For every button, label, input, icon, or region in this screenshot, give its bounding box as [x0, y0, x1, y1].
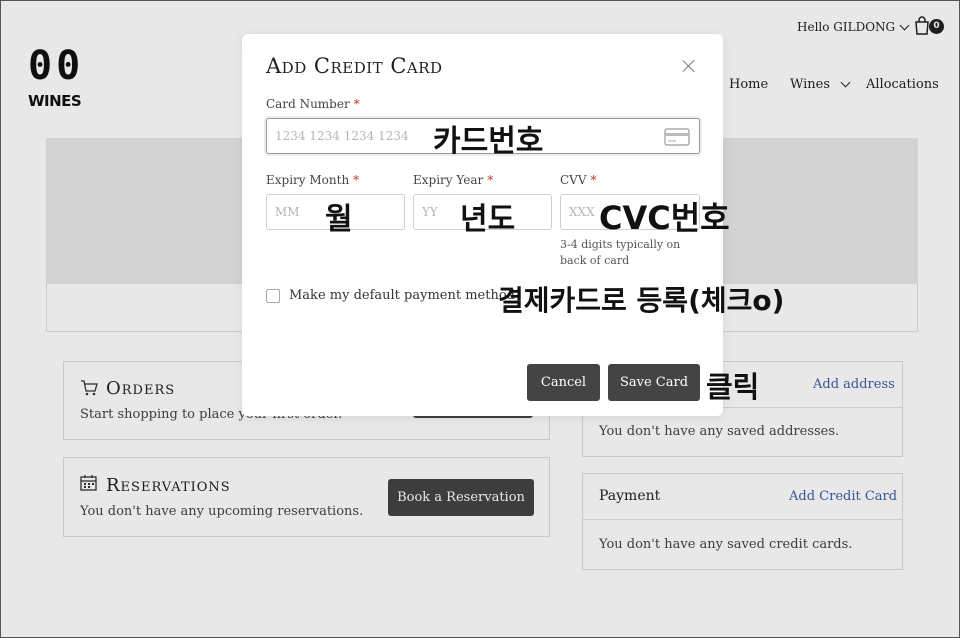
required-mark: * [590, 173, 597, 187]
expiry-year-label-text: Expiry Year [413, 173, 484, 187]
card-number-label-text: Card Number [266, 97, 350, 111]
modal-title: Add Credit Card [266, 54, 443, 78]
default-payment-label[interactable]: Make my default payment method [289, 288, 515, 303]
annotation-click: 클릭 [706, 370, 760, 404]
annotation-card-number: 카드번호 [433, 124, 544, 159]
card-number-label: Card Number * [266, 97, 360, 111]
annotation-cvc: CVC번호 [599, 199, 730, 237]
default-payment-checkbox[interactable] [266, 289, 280, 303]
expiry-month-label: Expiry Month * [266, 173, 359, 187]
annotation-year: 년도 [460, 202, 516, 237]
save-card-button[interactable]: Save Card [608, 364, 700, 401]
annotation-checkbox: 결제카드로 등록(체크o) [498, 284, 785, 317]
cvv-hint: 3-4 digits typically on back of card [560, 238, 681, 267]
close-icon[interactable] [681, 58, 697, 74]
expiry-year-label: Expiry Year * [413, 173, 493, 187]
cancel-button[interactable]: Cancel [527, 364, 600, 401]
annotation-month: 월 [325, 202, 353, 237]
cvv-label-text: CVV [560, 173, 587, 187]
required-mark: * [487, 173, 494, 187]
cvv-label: CVV * [560, 173, 597, 187]
credit-card-icon [664, 128, 690, 146]
required-mark: * [353, 97, 360, 111]
expiry-month-label-text: Expiry Month [266, 173, 350, 187]
required-mark: * [353, 173, 360, 187]
